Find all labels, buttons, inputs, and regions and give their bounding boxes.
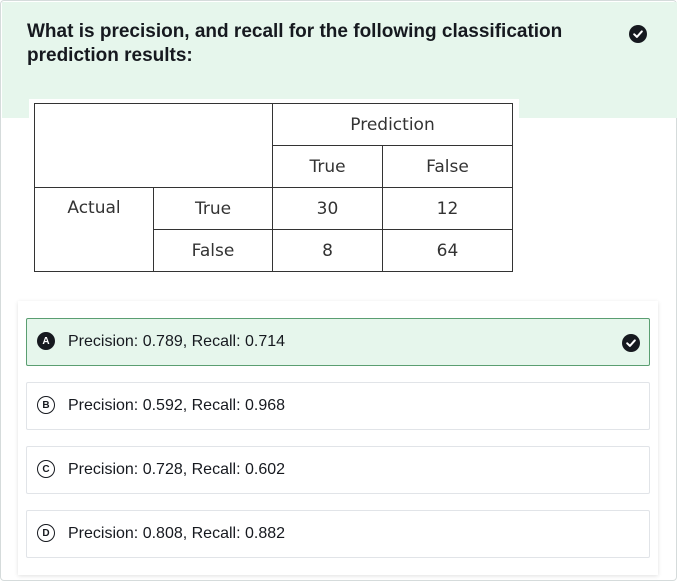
cell-false-negative: 12 — [382, 187, 513, 230]
option-letter-c: C — [37, 460, 55, 478]
option-letter-d: D — [37, 524, 55, 542]
cell-true-positive: 30 — [272, 187, 383, 230]
question-card: What is precision, and recall for the fo… — [0, 0, 677, 581]
option-d[interactable]: D Precision: 0.808, Recall: 0.882 — [26, 510, 650, 558]
option-b[interactable]: B Precision: 0.592, Recall: 0.968 — [26, 382, 650, 430]
confusion-matrix-table: Prediction True False Actual True 30 12 … — [34, 103, 513, 272]
option-text-d: Precision: 0.808, Recall: 0.882 — [68, 525, 286, 542]
actual-false-label: False — [153, 229, 273, 272]
cell-true-negative: 64 — [382, 229, 513, 272]
check-circle-icon — [629, 25, 647, 43]
matrix-corner-cell — [34, 103, 273, 188]
predicted-true-label: True — [272, 145, 383, 188]
answer-options: A Precision: 0.789, Recall: 0.714 B Prec… — [18, 301, 658, 575]
option-text-c: Precision: 0.728, Recall: 0.602 — [68, 461, 286, 478]
cell-false-positive: 8 — [272, 229, 383, 272]
confusion-matrix: Prediction True False Actual True 30 12 … — [29, 99, 519, 283]
question-text: What is precision, and recall for the fo… — [27, 21, 563, 66]
option-c[interactable]: C Precision: 0.728, Recall: 0.602 — [26, 446, 650, 494]
actual-header: Actual — [34, 187, 154, 272]
option-text-b: Precision: 0.592, Recall: 0.968 — [68, 397, 286, 414]
option-letter-b: B — [37, 396, 55, 414]
option-text-a: Precision: 0.789, Recall: 0.714 — [68, 333, 286, 350]
option-a[interactable]: A Precision: 0.789, Recall: 0.714 — [26, 318, 650, 366]
actual-true-label: True — [153, 187, 273, 230]
option-letter-a: A — [37, 332, 55, 350]
prediction-header: Prediction — [272, 103, 513, 146]
correct-check-icon — [622, 334, 640, 352]
predicted-false-label: False — [382, 145, 513, 188]
